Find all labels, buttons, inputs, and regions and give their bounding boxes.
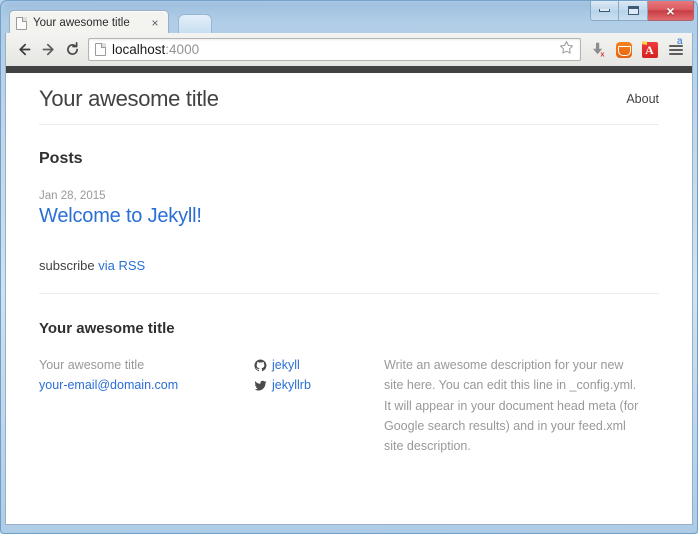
address-bar[interactable]: localhost:4000 <box>88 38 581 61</box>
red-a-extension-button[interactable]: A <box>639 39 660 60</box>
contact-list: Your awesome title your-email@domain.com <box>39 355 254 396</box>
site-description: Write an awesome description for your ne… <box>384 355 646 456</box>
contact-email-item: your-email@domain.com <box>39 375 254 395</box>
post-date: Jan 28, 2015 <box>39 190 659 202</box>
orange-face-icon <box>616 42 632 58</box>
github-handle-link[interactable]: jekyll <box>272 355 300 375</box>
nav-link-about[interactable]: About <box>626 92 659 106</box>
red-a-icon: A <box>642 42 658 58</box>
site-wrapper: Your awesome title About Posts Jan 28, 2… <box>6 73 692 456</box>
twitter-icon <box>254 379 267 392</box>
posts-heading: Posts <box>39 150 659 168</box>
social-list: jekyll jekyllrb <box>254 355 384 396</box>
chrome-menu-button[interactable]: a <box>665 39 686 60</box>
page-favicon-icon <box>16 17 27 30</box>
browser-toolbar: localhost:4000 x A <box>5 33 693 66</box>
rss-subscribe: subscribe via RSS <box>39 258 659 273</box>
reload-button[interactable] <box>60 38 84 62</box>
reload-icon <box>64 41 81 58</box>
address-bar-url: localhost:4000 <box>112 42 199 57</box>
github-icon <box>254 359 267 372</box>
site-title[interactable]: Your awesome title <box>39 86 219 112</box>
forward-arrow-icon <box>40 41 57 58</box>
tab-title: Your awesome title <box>33 17 148 29</box>
new-tab-button[interactable] <box>178 14 212 34</box>
svg-text:x: x <box>601 51 605 58</box>
page-content: Posts Jan 28, 2015 Welcome to Jekyll! su… <box>39 125 659 293</box>
site-header: Your awesome title About <box>39 73 659 125</box>
site-top-bar <box>6 66 692 73</box>
tab-active[interactable]: Your awesome title × <box>9 10 169 35</box>
contact-name: Your awesome title <box>39 355 254 375</box>
url-host: localhost <box>112 42 165 57</box>
url-port: :4000 <box>165 42 199 57</box>
rss-link[interactable]: via RSS <box>98 258 145 273</box>
extension-icons: x A a <box>587 39 686 60</box>
site-nav: About <box>626 90 659 108</box>
footer-heading: Your awesome title <box>39 320 659 337</box>
star-icon <box>559 40 574 55</box>
tab-strip: Your awesome title × <box>5 8 693 34</box>
orange-face-extension-button[interactable] <box>613 39 634 60</box>
download-icon: x <box>589 41 606 58</box>
social-item-github: jekyll <box>254 355 384 375</box>
download-button[interactable]: x <box>587 39 608 60</box>
back-arrow-icon <box>16 41 33 58</box>
contact-email-link[interactable]: your-email@domain.com <box>39 378 178 392</box>
forward-button[interactable] <box>36 38 60 62</box>
page-info-icon <box>95 43 106 56</box>
hamburger-menu-icon: a <box>669 45 683 55</box>
back-button[interactable] <box>12 38 36 62</box>
rss-subscribe-label: subscribe <box>39 258 95 273</box>
browser-window: × Your awesome title × <box>0 0 698 534</box>
footer-social-column: jekyll jekyllrb <box>254 355 384 456</box>
post-title-link[interactable]: Welcome to Jekyll! <box>39 205 659 228</box>
tab-close-icon[interactable]: × <box>148 16 162 30</box>
post-list-item: Jan 28, 2015 Welcome to Jekyll! <box>39 190 659 228</box>
footer-description-column: Write an awesome description for your ne… <box>384 355 659 456</box>
bookmark-star-button[interactable] <box>559 40 576 60</box>
site-footer: Your awesome title Your awesome title yo… <box>39 293 659 456</box>
footer-columns: Your awesome title your-email@domain.com <box>39 355 659 456</box>
twitter-handle-link[interactable]: jekyllrb <box>272 375 311 395</box>
footer-contact-column: Your awesome title your-email@domain.com <box>39 355 254 456</box>
page-viewport: Your awesome title About Posts Jan 28, 2… <box>5 66 693 525</box>
social-item-twitter: jekyllrb <box>254 375 384 395</box>
menu-badge-letter: a <box>677 36 683 47</box>
